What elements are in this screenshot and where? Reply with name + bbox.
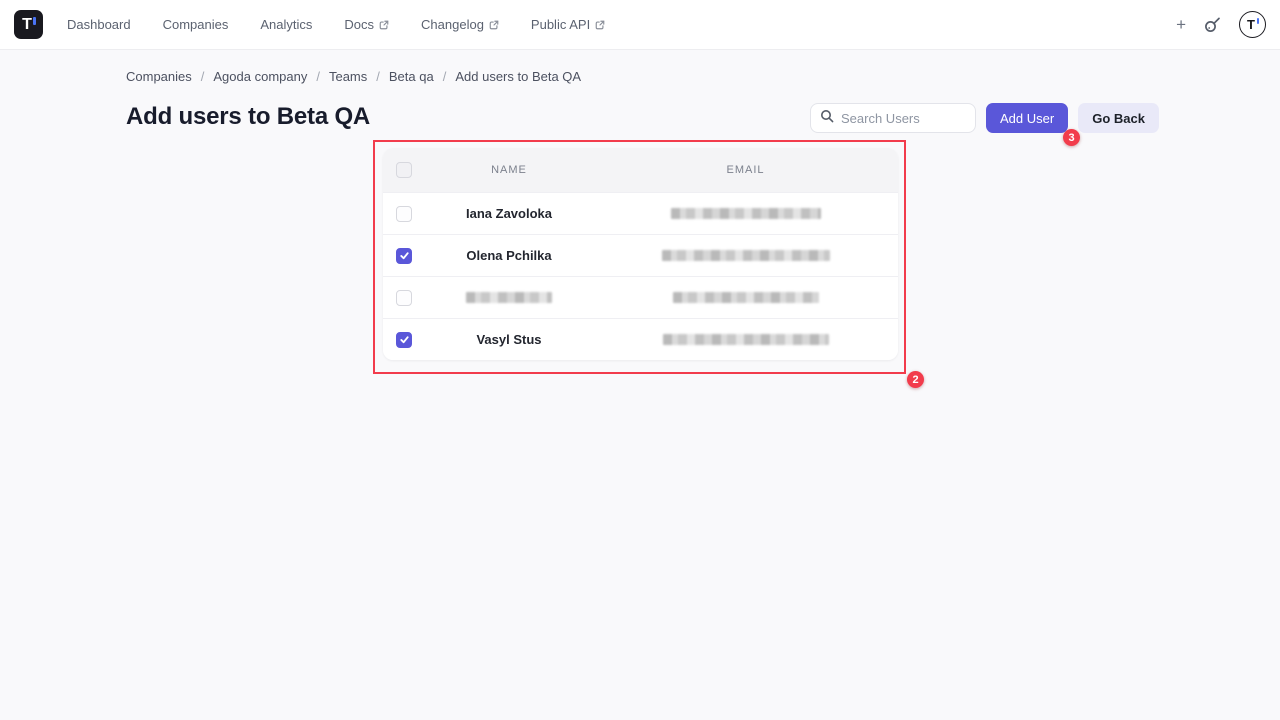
search-icon[interactable] bbox=[1203, 15, 1222, 34]
row-checkbox[interactable] bbox=[396, 332, 412, 348]
avatar[interactable]: T bbox=[1239, 11, 1266, 38]
breadcrumb-companies[interactable]: Companies bbox=[126, 69, 192, 84]
header-actions: Add User Go Back bbox=[810, 103, 1159, 133]
table-row: Olena Pchilka bbox=[383, 234, 898, 276]
search-users-input[interactable] bbox=[841, 111, 951, 126]
redacted-email bbox=[673, 292, 819, 303]
redacted-email bbox=[663, 334, 829, 345]
column-header-name: NAME bbox=[425, 164, 593, 176]
redacted-email bbox=[671, 208, 821, 219]
breadcrumb-separator: / bbox=[316, 69, 320, 84]
breadcrumb-separator: / bbox=[376, 69, 380, 84]
user-name: Olena Pchilka bbox=[466, 248, 551, 263]
annotation-badge-table: 2 bbox=[907, 371, 924, 388]
avatar-accent-tick bbox=[1257, 18, 1260, 24]
breadcrumb-teams[interactable]: Teams bbox=[329, 69, 367, 84]
breadcrumb-agoda-company[interactable]: Agoda company bbox=[213, 69, 307, 84]
table-body: Iana Zavoloka Olena Pchilka bbox=[383, 192, 898, 360]
nav-item-companies[interactable]: Companies bbox=[163, 17, 229, 32]
breadcrumb-separator: / bbox=[201, 69, 205, 84]
table-row bbox=[383, 276, 898, 318]
user-name: Vasyl Stus bbox=[476, 332, 541, 347]
row-checkbox[interactable] bbox=[396, 290, 412, 306]
logo-accent-tick bbox=[33, 17, 36, 25]
top-navbar: T Dashboard Companies Analytics Docs Cha… bbox=[0, 0, 1280, 50]
logo-letter: T bbox=[22, 17, 32, 33]
table-header-row: NAME EMAIL bbox=[383, 148, 898, 192]
nav-item-dashboard[interactable]: Dashboard bbox=[67, 17, 131, 32]
annotation-badge-add-user: 3 bbox=[1063, 129, 1080, 146]
app-logo-icon[interactable]: T bbox=[14, 10, 43, 39]
breadcrumb: Companies / Agoda company / Teams / Beta… bbox=[126, 69, 581, 84]
nav-item-changelog[interactable]: Changelog bbox=[421, 17, 499, 32]
breadcrumb-current: Add users to Beta QA bbox=[455, 69, 581, 84]
row-checkbox[interactable] bbox=[396, 248, 412, 264]
table-row: Vasyl Stus bbox=[383, 318, 898, 360]
breadcrumb-beta-qa[interactable]: Beta qa bbox=[389, 69, 434, 84]
user-search-box[interactable] bbox=[810, 103, 976, 133]
nav-item-analytics[interactable]: Analytics bbox=[260, 17, 312, 32]
external-link-icon bbox=[489, 20, 499, 30]
breadcrumb-separator: / bbox=[443, 69, 447, 84]
users-table: NAME EMAIL Iana Zavoloka Olena Pchilka bbox=[383, 148, 898, 360]
add-user-button[interactable]: Add User bbox=[986, 103, 1068, 133]
go-back-button[interactable]: Go Back bbox=[1078, 103, 1159, 133]
external-link-icon bbox=[595, 20, 605, 30]
external-link-icon bbox=[379, 20, 389, 30]
select-all-checkbox[interactable] bbox=[396, 162, 412, 178]
nav-item-docs[interactable]: Docs bbox=[344, 17, 389, 32]
nav-item-public-api[interactable]: Public API bbox=[531, 17, 605, 32]
search-icon bbox=[820, 109, 834, 128]
row-checkbox[interactable] bbox=[396, 206, 412, 222]
table-row: Iana Zavoloka bbox=[383, 192, 898, 234]
redacted-name bbox=[466, 292, 552, 303]
plus-icon[interactable]: + bbox=[1176, 16, 1186, 33]
navbar-right-cluster: + T bbox=[1176, 11, 1266, 38]
avatar-letter: T bbox=[1247, 18, 1255, 31]
page-title: Add users to Beta QA bbox=[126, 103, 370, 131]
nav-links: Dashboard Companies Analytics Docs Chang… bbox=[67, 17, 605, 32]
column-header-email: EMAIL bbox=[593, 164, 898, 176]
redacted-email bbox=[662, 250, 830, 261]
user-name: Iana Zavoloka bbox=[466, 206, 552, 221]
